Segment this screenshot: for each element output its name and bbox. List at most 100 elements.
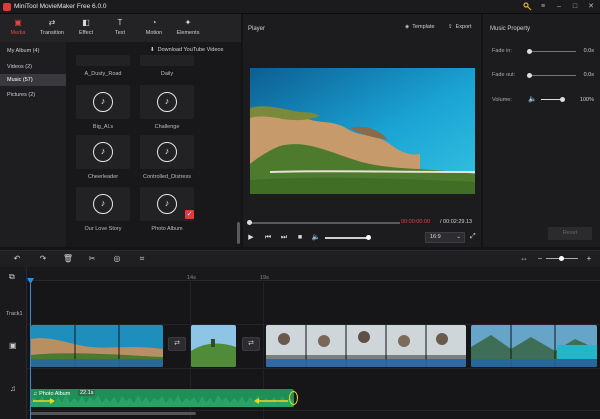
fade-in-slider[interactable]: [530, 51, 576, 52]
export-icon: ⇪: [448, 24, 453, 30]
music-thumb[interactable]: ♪: [140, 135, 194, 169]
play-icon[interactable]: ▶: [246, 233, 256, 243]
previous-icon[interactable]: ⏮: [263, 233, 273, 243]
music-clip-icon: ♫: [33, 391, 38, 397]
download-icon: ⬇: [150, 47, 155, 53]
track-label: Track1: [6, 311, 23, 317]
nav-pictures[interactable]: Pictures (2): [0, 89, 66, 101]
zoom-out-icon[interactable]: −: [534, 253, 546, 264]
stop-icon[interactable]: ■: [295, 233, 305, 243]
music-thumb[interactable]: ♪: [76, 135, 130, 169]
volume-slider[interactable]: [325, 237, 369, 239]
music-thumb[interactable]: [76, 55, 130, 66]
music-note-icon: ♪: [157, 142, 177, 162]
next-icon[interactable]: ⏭: [279, 233, 289, 243]
add-track-icon[interactable]: ⧉: [9, 272, 15, 282]
current-time: 00:00:00.00: [401, 219, 431, 225]
transition-slot[interactable]: ⇄: [242, 337, 260, 351]
music-volume-knob[interactable]: [560, 97, 565, 102]
zoom-in-icon[interactable]: +: [583, 253, 595, 264]
aspect-ratio-select[interactable]: 16:9 ⌄: [425, 232, 465, 243]
library-scrollbar[interactable]: [237, 222, 240, 244]
zoom-fit-icon[interactable]: ⇔: [518, 253, 530, 264]
template-button[interactable]: ◈ Template: [405, 24, 435, 30]
tick-label: 19s: [260, 275, 269, 281]
video-track-icon: ▣: [9, 341, 17, 350]
video-clip-balloons[interactable]: [266, 325, 466, 367]
tick-label: 14s: [187, 275, 196, 281]
tab-motion[interactable]: ◔ Motion: [137, 14, 171, 42]
close-icon[interactable]: ✕: [585, 2, 597, 12]
fade-out-value: 0.0s: [583, 72, 594, 78]
music-label: Controlled_Distress: [143, 174, 191, 180]
music-label: Cheerleader: [87, 174, 119, 180]
music-thumb[interactable]: ♪: [140, 85, 194, 119]
template-icon: ◈: [405, 24, 410, 30]
reset-button[interactable]: Reset: [548, 227, 592, 240]
music-note-icon: ♪: [157, 92, 177, 112]
fade-out-slider[interactable]: [530, 75, 576, 76]
fade-out-arrow-icon: [254, 398, 288, 404]
export-button[interactable]: ⇪ Export: [448, 24, 472, 30]
nav-videos[interactable]: Videos (2): [0, 61, 66, 73]
music-label: Daily: [160, 71, 174, 77]
fullscreen-icon[interactable]: ⤢: [470, 233, 476, 241]
nav-music[interactable]: Music (57): [0, 74, 66, 86]
tab-effect[interactable]: ◧ Effect: [69, 14, 103, 42]
progress-bar[interactable]: [250, 222, 400, 224]
fade-out-knob[interactable]: [527, 73, 532, 78]
text-track[interactable]: [27, 297, 600, 325]
music-volume-value: 100%: [579, 97, 594, 103]
music-note-icon: ♪: [93, 92, 113, 112]
maximize-icon[interactable]: □: [569, 2, 581, 12]
added-check-icon[interactable]: ✓: [185, 210, 194, 219]
minimize-icon[interactable]: –: [553, 2, 565, 12]
chevron-down-icon: ⌄: [456, 234, 461, 240]
music-note-icon: ♪: [93, 142, 113, 162]
transition-slot[interactable]: ⇄: [168, 337, 186, 351]
redo-icon[interactable]: ↷: [37, 253, 49, 264]
download-youtube-button[interactable]: ⬇ Download YouTube Videos: [150, 45, 238, 55]
fade-out-label: Fade out:: [492, 72, 516, 78]
nav-my-album[interactable]: My Album (4): [0, 45, 66, 57]
delete-icon[interactable]: 🗑: [62, 253, 74, 264]
crop-icon[interactable]: ⌗: [136, 253, 148, 264]
total-time: / 00:02:29.13: [440, 219, 473, 225]
volume-label: Volume:: [492, 97, 512, 103]
effect-icon: ◧: [82, 18, 90, 27]
music-note-icon: ♪: [157, 194, 177, 214]
volume-icon[interactable]: 🔈: [311, 233, 321, 243]
progress-knob[interactable]: [247, 220, 252, 225]
music-thumb[interactable]: ♪: [76, 85, 130, 119]
music-label: A_Dusty_Road: [84, 71, 122, 77]
timeline-scrollbar[interactable]: [30, 412, 196, 415]
audio-trim-handle[interactable]: [289, 391, 298, 405]
video-clip-mountain[interactable]: [471, 325, 597, 367]
split-icon[interactable]: ✂: [86, 253, 98, 264]
tab-media[interactable]: ▣ Media: [1, 14, 35, 42]
music-label: Challenge: [154, 124, 180, 130]
media-icon: ▣: [14, 18, 22, 27]
audio-clip-duration: 22.1s: [78, 390, 96, 396]
tab-transition[interactable]: ⇄ Transition: [35, 14, 69, 42]
menu-icon[interactable]: ≡: [537, 2, 549, 12]
tab-text[interactable]: T Text: [103, 14, 137, 42]
music-thumb[interactable]: ♪: [76, 187, 130, 221]
zoom-knob[interactable]: [559, 256, 564, 261]
audio-edit-icon[interactable]: ◎: [111, 253, 123, 264]
playhead[interactable]: [30, 281, 31, 419]
video-clip-hill[interactable]: [191, 325, 236, 367]
motion-icon: ◔: [151, 18, 157, 27]
tab-elements[interactable]: ✦ Elements: [171, 14, 205, 42]
fade-in-knob[interactable]: [527, 49, 532, 54]
video-clip-coast[interactable]: [31, 325, 163, 367]
audio-clip-label: ♫ Photo Album: [33, 391, 71, 397]
music-thumb[interactable]: [140, 55, 194, 66]
time-ruler[interactable]: [27, 267, 600, 281]
fade-in-arrow-icon: [33, 398, 55, 404]
text-icon: T: [117, 18, 123, 27]
volume-knob[interactable]: [366, 235, 371, 240]
speaker-icon[interactable]: 🔈: [528, 95, 537, 103]
undo-icon[interactable]: ↶: [11, 253, 23, 264]
key-icon[interactable]: [521, 2, 533, 12]
